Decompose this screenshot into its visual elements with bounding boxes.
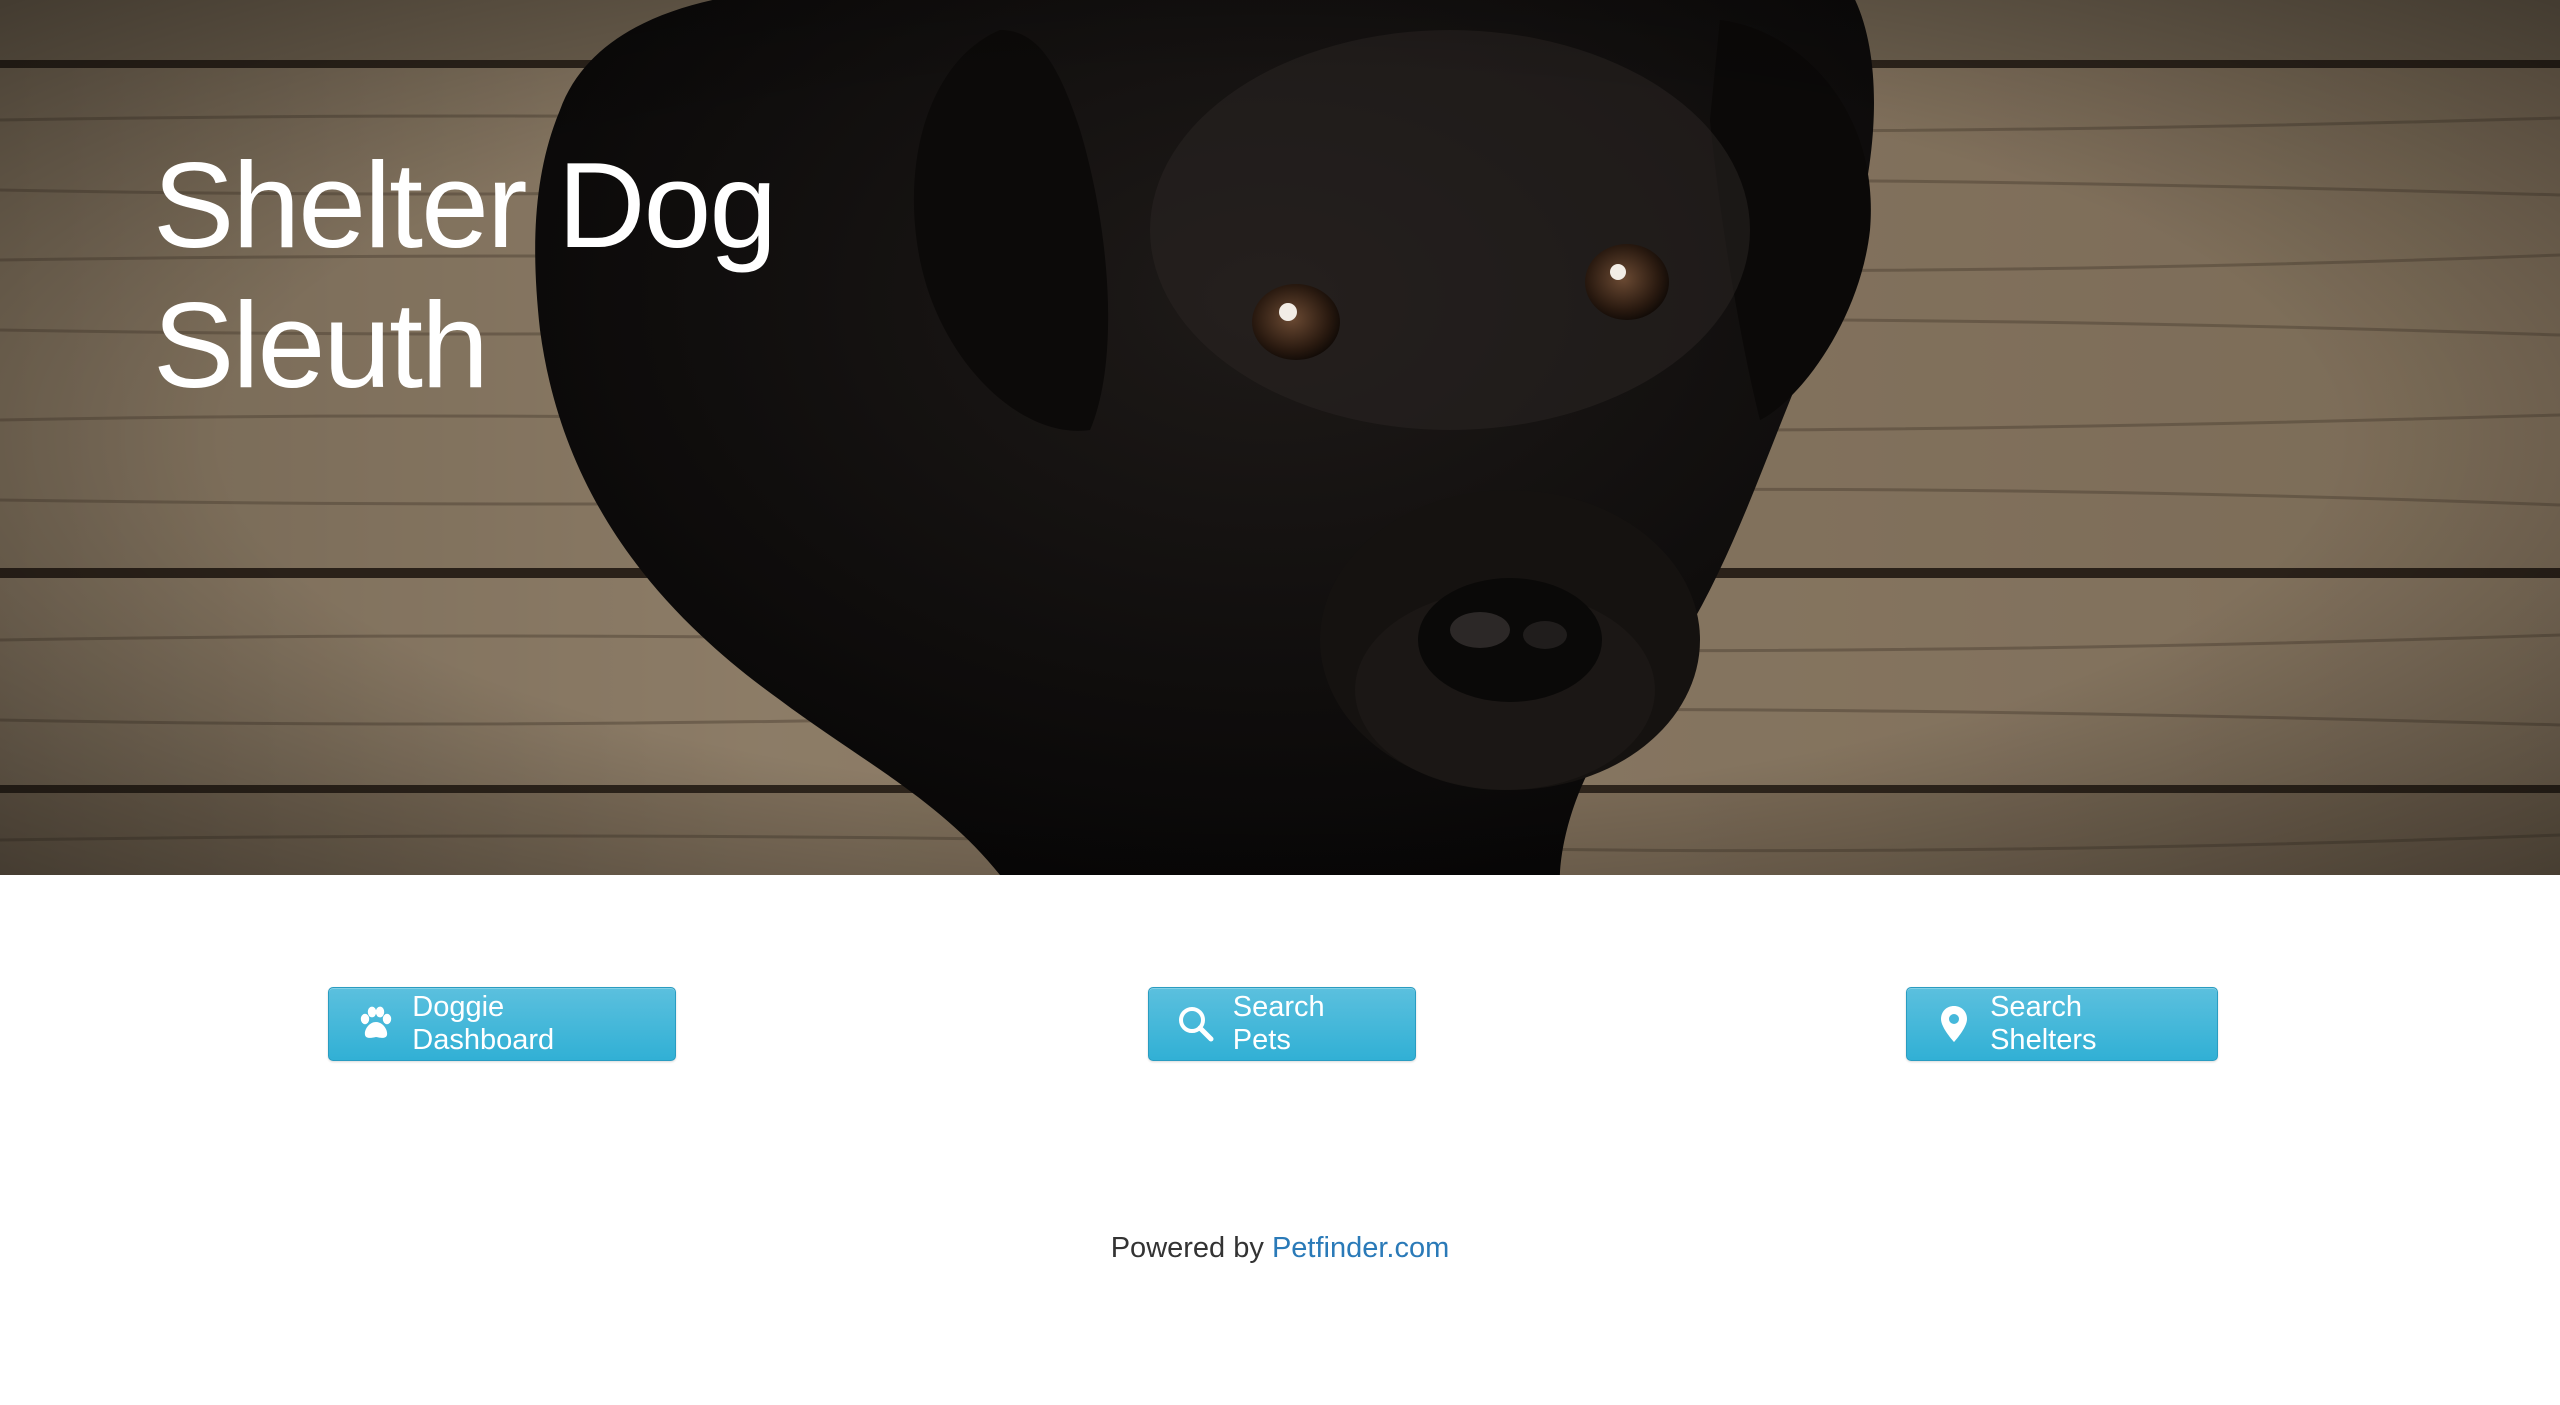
doggie-dashboard-button[interactable]: Doggie Dashboard [328,987,676,1061]
map-marker-icon [1933,1003,1974,1045]
doggie-dashboard-label: Doggie Dashboard [412,991,555,1056]
search-pets-label: Search Pets [1232,991,1325,1056]
footer-prefix: Powered by [1110,1232,1264,1264]
paw-icon [355,1003,396,1045]
hero-banner: Shelter Dog Sleuth [0,0,2560,875]
search-icon [1175,1003,1217,1045]
hero-dog-image [0,0,2560,875]
petfinder-link[interactable]: Petfinder.com [1272,1232,1449,1264]
search-shelters-button[interactable]: Search Shelters [1906,987,2218,1061]
page-title: Shelter Dog Sleuth [153,135,973,415]
page-title-line2: Sleuth [153,277,489,413]
search-pets-button[interactable]: Search Pets [1148,987,1416,1061]
action-buttons: Doggie Dashboard Search Pets Search Shel… [0,987,2560,1063]
page-title-line1: Shelter Dog [153,137,777,273]
footer: Powered by Petfinder.com [0,1232,2560,1265]
search-shelters-label: Search Shelters [1990,991,2097,1056]
